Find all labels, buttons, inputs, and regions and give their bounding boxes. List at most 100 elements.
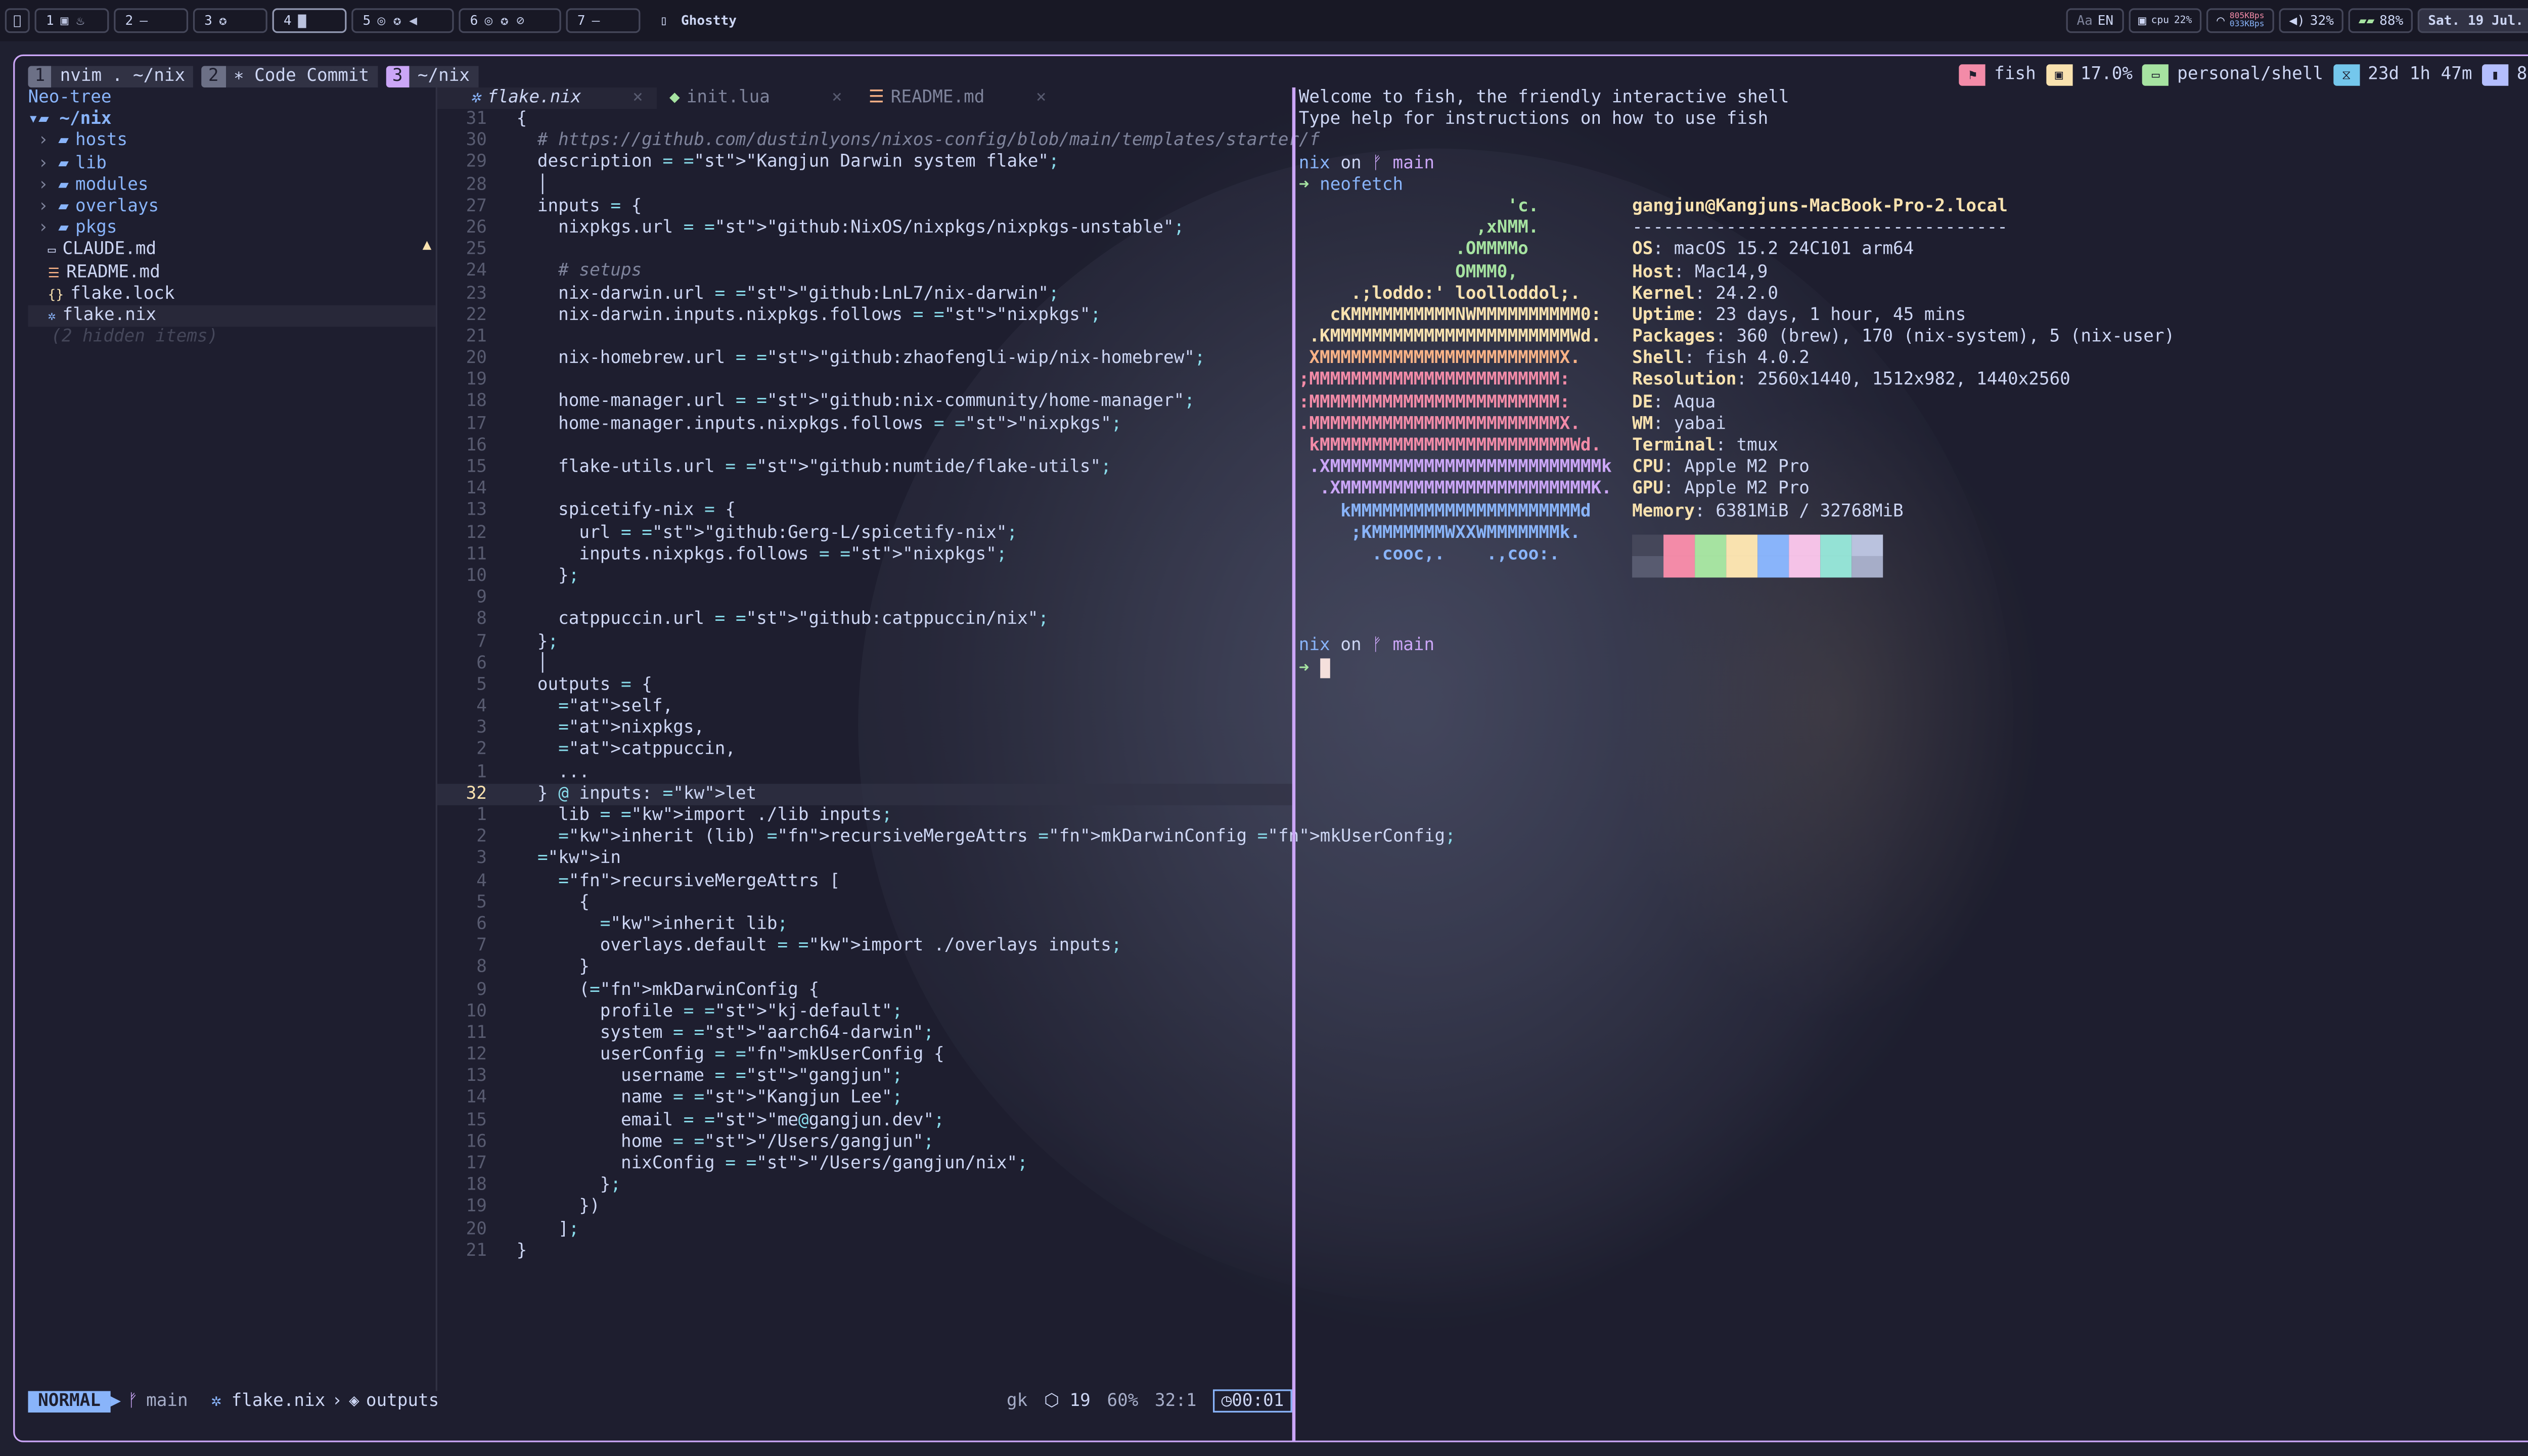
- color-swatch: [1632, 556, 1664, 577]
- info-row: Uptime: 23 days, 1 hour, 45 mins: [1632, 305, 2175, 327]
- terminal-pane[interactable]: Welcome to fish, the friendly interactiv…: [1299, 87, 2528, 1407]
- file-icon: ▭: [48, 243, 56, 258]
- tree-dir-modules[interactable]: › ▰ modules: [28, 174, 435, 196]
- tmux-uptime: 23d 1h 47m: [2368, 64, 2472, 84]
- tmux-cpu: 17.0%: [2080, 64, 2133, 84]
- close-icon[interactable]: ×: [1036, 87, 1047, 109]
- info-row: GPU: Apple M2 Pro: [1632, 479, 2175, 501]
- tab-label: README.md: [890, 87, 985, 108]
- package-icon: ⬡: [1044, 1391, 1059, 1411]
- tree-file-flake.nix[interactable]: ✲ flake.nix: [28, 305, 436, 327]
- code-line: 8 catppuccin.url = ="st">"github:catppuc…: [437, 609, 1294, 631]
- system-info: gangjun@Kangjuns-MacBook-Pro-2.local ---…: [1632, 196, 2175, 577]
- line-number: 14: [466, 1088, 487, 1108]
- line-number: 17: [466, 1153, 487, 1173]
- workspace-number: 4: [284, 13, 292, 28]
- code-line: 13 username = ="st">"gangjun";: [437, 1066, 1294, 1088]
- line-number: 9: [476, 979, 487, 999]
- buffer-tab-flake.nix[interactable]: ✲ flake.nix ×: [437, 87, 656, 109]
- lsp-status: ⬡ 19: [1044, 1391, 1091, 1411]
- info-colon: :: [1736, 370, 1757, 390]
- code-line: 21}: [437, 1241, 1294, 1262]
- battery-widget[interactable]: ▰▰ 88%: [2349, 8, 2413, 33]
- pane-divider[interactable]: [1292, 87, 1295, 1441]
- tree-file-README.md[interactable]: ☰ README.md: [28, 261, 435, 283]
- logo-line: .OMMMMo: [1298, 240, 1528, 260]
- workspace-app-icons: —: [592, 13, 600, 28]
- tmux-window-1[interactable]: 1 nvim . ~/nix: [28, 65, 194, 87]
- info-key: GPU: [1632, 479, 1664, 499]
- line-code: outputs = {: [516, 674, 652, 695]
- info-row: Packages: 360 (brew), 170 (nix-system), …: [1632, 327, 2175, 348]
- code-line: 8 }: [437, 958, 1294, 979]
- neo-tree-title: Neo-tree: [28, 87, 112, 108]
- nvim-statusline: NORMAL ▶ ᚠ main ✲ flake.nix › ◈ outputs …: [28, 1389, 1292, 1413]
- command-line-2: ➜: [1299, 657, 2528, 679]
- net-stats: 805KBps 033KBps: [2229, 11, 2265, 29]
- code-line: 14: [437, 479, 1294, 500]
- workspace-4[interactable]: 4 ▇: [272, 8, 346, 33]
- code-line: 6 ="kw">inherit lib;: [437, 914, 1294, 936]
- input-lang: EN: [2097, 13, 2114, 28]
- info-row: Terminal: tmux: [1632, 436, 2175, 458]
- workspace-app-icons: ▣ ♨: [52, 13, 84, 28]
- volume-widget[interactable]: ◀) 32%: [2279, 8, 2344, 33]
- cpu-widget[interactable]: ▣ cpu 22%: [2128, 8, 2202, 33]
- close-icon[interactable]: ×: [832, 87, 842, 109]
- clock[interactable]: Sat. 19 Jul. 00:01: [2418, 8, 2528, 33]
- tree-dir-lib[interactable]: › ▰ lib: [28, 153, 435, 174]
- line-number: 17: [466, 414, 487, 434]
- line-number: 3: [476, 848, 487, 869]
- color-swatch: [1757, 534, 1789, 556]
- code-line: 17 nixConfig = ="st">"/Users/gangjun/nix…: [437, 1154, 1294, 1175]
- code-line: 3 ="kw">in: [437, 849, 1294, 871]
- workspace-1[interactable]: 1 ▣ ♨: [34, 8, 109, 33]
- workspace-2[interactable]: 2—: [113, 8, 188, 33]
- code-line: 7 };: [437, 631, 1294, 653]
- info-row: WM: yabai: [1632, 414, 2175, 436]
- network-widget[interactable]: ◠ 805KBps 033KBps: [2206, 8, 2275, 33]
- tree-dir-hosts[interactable]: › ▰ hosts: [28, 131, 435, 153]
- cursor: [1320, 657, 1330, 677]
- tmux-status-bar: 1 nvim . ~/nix 2 ∗ Code Commit 3 ~/nix ⚑ fish …: [28, 64, 2528, 87]
- tree-dir-pkgs[interactable]: › ▰ pkgs: [28, 218, 435, 240]
- tree-dir-overlays[interactable]: › ▰ overlays: [28, 196, 435, 218]
- info-key: Terminal: [1632, 435, 1716, 456]
- tmux-window-3[interactable]: 3 ~/nix: [385, 65, 478, 87]
- code-line: 21: [437, 327, 1294, 348]
- fish-welcome: Welcome to fish, the friendly interactiv…: [1298, 87, 1789, 108]
- workspace-3[interactable]: 3 ✪: [193, 8, 267, 33]
- code-line: 25: [437, 240, 1294, 261]
- line-code: system = ="st">"aarch64-darwin";: [516, 1023, 934, 1043]
- desktop:  1▣ ♨2—3✪4▇5◎ ✪ ◀6◎ ✪ ⊘7— ▯ Ghostty AaE…: [0, 0, 2528, 1455]
- workspace-5[interactable]: 5 ◎ ✪ ◀: [351, 8, 454, 33]
- logo-line: ;KMMMMMMMWXXWMMMMMMMk.: [1298, 522, 1581, 543]
- workspace-6[interactable]: 6 ◎ ✪ ⊘: [458, 8, 561, 33]
- tree-root[interactable]: ▾▰ ~/nix: [28, 109, 435, 131]
- code-area[interactable]: 31{30 # https://github.com/dustinlyons/n…: [437, 109, 1456, 1262]
- logo-line: .;loddo:' loolloddol;.: [1298, 283, 1581, 303]
- apple-menu-button[interactable]: : [5, 8, 30, 33]
- close-icon[interactable]: ×: [633, 87, 643, 109]
- line-number: 13: [466, 1066, 487, 1086]
- tree-file-flake.lock[interactable]: {} flake.lock: [28, 283, 435, 305]
- git-branch-icon: ᚠ: [127, 1391, 138, 1411]
- line-number: 21: [466, 1240, 487, 1260]
- palette-row: [1632, 534, 2175, 556]
- tree-file-CLAUDE.md[interactable]: ▭ CLAUDE.md: [28, 240, 435, 261]
- line-number: 9: [476, 587, 487, 608]
- apple-ascii-logo: 'c. ,xNMM. .OMMMMo OMMM0, .;loddo:' lool…: [1299, 196, 1612, 566]
- buffer-tab-README.md[interactable]: ☰ README.md ×: [855, 87, 1060, 109]
- logo-line: .XMMMMMMMMMMMMMMMMMMMMMMMMMMk: [1298, 457, 1612, 477]
- color-palette: [1632, 534, 2175, 577]
- buffer-tab-init.lua[interactable]: ◆ init.lua ×: [656, 87, 855, 109]
- color-swatch: [1695, 556, 1727, 577]
- input-source[interactable]: Aa EN: [2066, 8, 2124, 33]
- tree-dir-label: modules: [75, 174, 149, 195]
- info-value: 2560x1440, 1512x982, 1440x2560: [1757, 370, 2070, 390]
- tmux-window-2[interactable]: 2 ∗ Code Commit: [201, 65, 378, 87]
- color-swatch: [1663, 556, 1695, 577]
- color-swatch: [1695, 534, 1727, 556]
- line-number: 15: [466, 457, 487, 477]
- workspace-7[interactable]: 7—: [565, 8, 640, 33]
